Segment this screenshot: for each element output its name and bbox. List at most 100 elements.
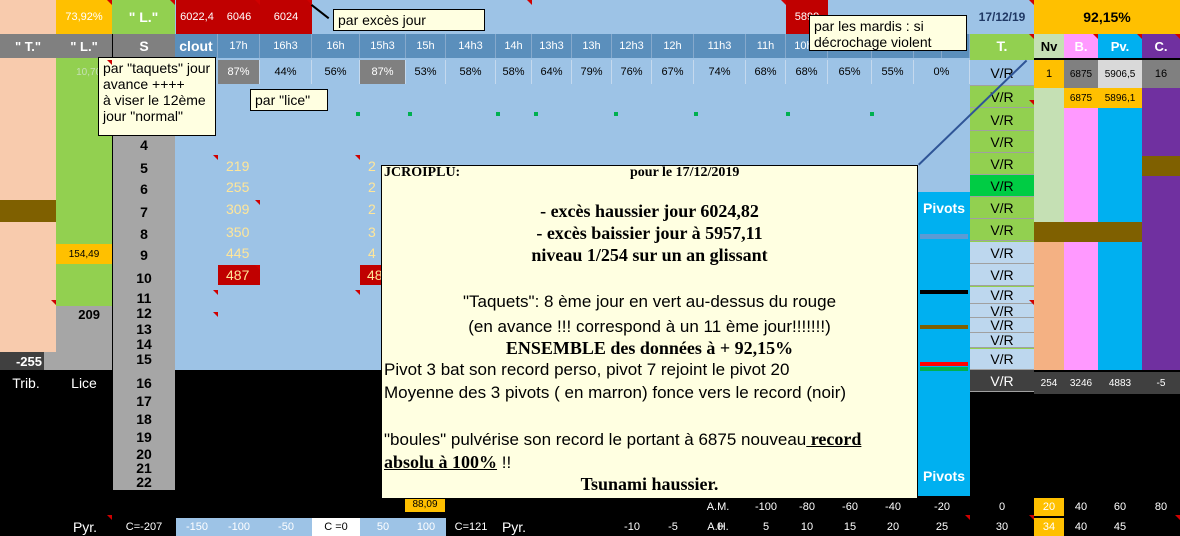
yellow-val2-4[interactable]: 4 [368,245,376,261]
pct-cell[interactable]: 68% [786,60,828,84]
header-h5[interactable]: 14h3 [446,34,496,58]
vr-cell[interactable]: V/R [970,349,1034,370]
pct-cell[interactable]: 55% [872,60,914,84]
top-val-1[interactable]: 6022,4 [176,0,218,34]
pct-cell[interactable]: 79% [572,60,612,84]
b-value[interactable]: 6875 [1064,60,1098,88]
scale-3[interactable]: C =0 [312,518,360,536]
note-exces-jour[interactable]: par excès jour [333,9,485,31]
header-h9[interactable]: 12h3 [612,34,652,58]
big-line-9: "boules" pulvérise son record le portant… [384,429,861,450]
header-h3[interactable]: 15h3 [360,34,406,58]
pct-cell[interactable]: 64% [532,60,572,84]
yellow-val-0[interactable]: 219 [226,158,249,174]
pct-cell[interactable]: 65% [828,60,872,84]
vr-cell[interactable]: V/R [970,109,1034,131]
vr-cell[interactable]: V/R [970,287,1034,304]
pct-cell[interactable]: 76% [612,60,652,84]
yellow-val-4[interactable]: 445 [226,245,249,261]
note-lice[interactable]: par "lice" [250,89,328,111]
pct-cell[interactable]: 87% [218,60,260,84]
red-cell-487[interactable]: 487 [218,265,260,285]
scale-0[interactable]: -150 [176,518,218,536]
header-h7[interactable]: 13h3 [532,34,572,58]
yellow-val2-1[interactable]: 2 [368,179,376,195]
scale-2[interactable]: -50 [260,518,312,536]
vr-cell[interactable]: V/R [970,153,1034,175]
l-value-209[interactable]: 209 [56,306,112,322]
pv-value-row16[interactable]: 4883 [1098,372,1142,394]
header-t[interactable]: " T." [0,34,56,58]
red-cell-48[interactable]: 48 [360,265,381,285]
yellow-val-1[interactable]: 255 [226,179,249,195]
yellow-val-3[interactable]: 350 [226,224,249,240]
header-h0[interactable]: 17h [218,34,260,58]
header-nv[interactable]: Nv [1034,34,1064,58]
scale-4[interactable]: 50 [360,518,406,536]
am-scale-value: 80 [1154,501,1168,513]
pct-cell[interactable]: 74% [694,60,746,84]
vr-cell[interactable]: V/R [970,219,1034,241]
yellow-val2-0[interactable]: 2 [368,158,376,174]
c-left-value[interactable]: C=-207 [113,518,175,536]
vr-cell[interactable]: V/R [970,131,1034,153]
pct-cell[interactable]: 87% [360,60,406,84]
vr-cell[interactable]: V/R [970,264,1034,286]
scale-1[interactable]: -100 [218,518,260,536]
header-h10[interactable]: 12h [652,34,694,58]
yellow-val-2[interactable]: 309 [226,201,249,217]
top-val-3[interactable]: 6024 [260,0,312,34]
pct-cell[interactable]: 67% [652,60,694,84]
note-taquets[interactable]: par "taquets" jour avance ++++ à viser l… [98,57,216,136]
vr-cell[interactable]: V/R [970,303,1034,319]
note-mardis[interactable]: par les mardis : si décrochage violent [809,15,967,51]
c-right-value[interactable]: C=121 [446,518,496,536]
vr-cell[interactable]: V/R [970,317,1034,333]
nv-value-row16[interactable]: 254 [1034,372,1064,394]
pct-cell[interactable]: 56% [312,60,360,84]
pct-cell[interactable]: 58% [446,60,496,84]
top-pct-right[interactable]: 92,15% [1034,0,1180,34]
header-h4[interactable]: 15h [406,34,446,58]
pv-value-row2[interactable]: 5896,1 [1098,88,1142,108]
header-clout[interactable]: clout [175,34,218,58]
t-neg-value[interactable]: -255 [0,352,44,370]
vr-cell[interactable]: V/R [970,370,1034,392]
top-date[interactable]: 17/12/19 [970,0,1034,34]
top-val-2[interactable]: 6046 [218,0,260,34]
vr-cell[interactable]: V/R [970,175,1034,197]
b-value-row16[interactable]: 3246 [1064,372,1098,394]
big-comment-box[interactable]: JCROIPLU: pour le 17/12/2019 - excès hau… [381,165,918,499]
nv-value[interactable]: 1 [1034,60,1064,88]
yellow-val2-3[interactable]: 3 [368,224,376,240]
header-h6[interactable]: 14h [496,34,532,58]
b-value-row2[interactable]: 6875 [1064,88,1098,108]
header-h2[interactable]: 16h [312,34,360,58]
header-h12[interactable]: 11h [746,34,786,58]
vr-cell[interactable]: V/R [970,242,1034,264]
pct-cell[interactable]: 53% [406,60,446,84]
pv-value[interactable]: 5906,5 [1098,60,1142,88]
l-value-15449[interactable]: 154,49 [56,244,112,264]
comment-marker [1029,515,1034,520]
c-value[interactable]: 16 [1142,60,1180,88]
vr-cell[interactable]: V/R [970,332,1034,348]
header-h11[interactable]: 11h3 [694,34,746,58]
header-h8[interactable]: 13h [572,34,612,58]
pct-cell[interactable]: 68% [746,60,786,84]
header-t2[interactable]: T. [970,34,1034,58]
pct-cell[interactable]: 58% [496,60,532,84]
pct-cell[interactable]: 0% [914,60,970,84]
top-pct-left[interactable]: 73,92% [56,0,112,34]
c-value-row16[interactable]: -5 [1142,372,1180,394]
yellow-val2-2[interactable]: 2 [368,201,376,217]
header-s[interactable]: S [113,34,175,58]
am-label: A.M. [706,501,730,513]
header-pv[interactable]: Pv. [1098,34,1142,58]
top-l-label[interactable]: " L." [112,0,175,34]
vr-cell[interactable]: V/R [970,197,1034,219]
header-l[interactable]: " L." [56,34,112,58]
header-h1[interactable]: 16h3 [260,34,312,58]
pct-cell[interactable]: 44% [260,60,312,84]
scale-5[interactable]: 100 [406,518,446,536]
